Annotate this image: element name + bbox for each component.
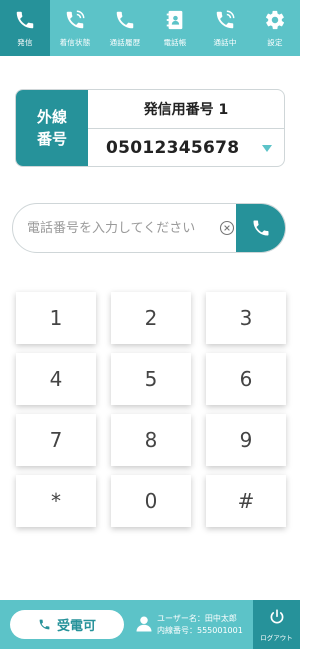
keypad-key-5[interactable]: 5 <box>111 353 191 405</box>
phone-icon <box>16 11 34 29</box>
keypad-key-hash[interactable]: # <box>206 475 286 527</box>
keypad-key-0[interactable]: 0 <box>111 475 191 527</box>
top-nav: 発信 着信状態 通話履歴 電話帳 通話中 設定 <box>0 0 300 56</box>
outgoing-number-value: 05012345678 <box>106 137 240 158</box>
user-name-text: ユーザー名：田中太郎 <box>157 614 237 623</box>
nav-item-incoming-status[interactable]: 着信状態 <box>50 0 100 56</box>
phone-icon <box>253 220 269 236</box>
gear-icon <box>265 10 285 30</box>
keypad-key-7[interactable]: 7 <box>16 414 96 466</box>
receive-status-button[interactable]: 受電可 <box>10 610 124 639</box>
nav-item-settings[interactable]: 設定 <box>250 0 300 56</box>
outgoing-line-label-line2: 番号 <box>36 130 67 148</box>
receive-status-label: 受電可 <box>56 619 96 634</box>
chevron-down-icon <box>262 145 272 152</box>
keypad-key-8[interactable]: 8 <box>111 414 191 466</box>
nav-item-dial[interactable]: 発信 <box>0 0 50 56</box>
phonebook-icon <box>166 10 183 30</box>
outgoing-line-name: 発信用番号 1 <box>88 90 284 129</box>
logout-label: ログアウト <box>260 634 293 642</box>
clear-icon[interactable] <box>219 220 235 236</box>
call-button[interactable] <box>236 204 285 252</box>
user-info: ユーザー名：田中太郎 内線番号：555001001 <box>157 613 243 637</box>
extension-number-text: 内線番号：555001001 <box>157 626 243 635</box>
nav-label-phonebook: 電話帳 <box>163 38 187 47</box>
dial-input-group <box>12 203 286 253</box>
nav-item-phonebook[interactable]: 電話帳 <box>150 0 200 56</box>
logout-button[interactable]: ログアウト <box>253 600 300 649</box>
outgoing-line-label-line1: 外線 <box>36 108 67 126</box>
nav-label-in-call: 通話中 <box>213 38 237 47</box>
phone-ringing-icon <box>66 10 85 29</box>
keypad-key-1[interactable]: 1 <box>16 292 96 344</box>
power-icon <box>270 609 283 624</box>
outgoing-line-label: 外線 番号 <box>16 90 88 166</box>
in-call-icon <box>216 10 235 29</box>
phone-number-input[interactable] <box>27 204 215 252</box>
nav-label-dial: 発信 <box>17 38 33 47</box>
nav-item-in-call[interactable]: 通話中 <box>200 0 250 56</box>
nav-item-call-history[interactable]: 通話履歴 <box>100 0 150 56</box>
phone-icon <box>39 619 50 630</box>
keypad-key-2[interactable]: 2 <box>111 292 191 344</box>
call-history-icon <box>116 11 134 29</box>
keypad-key-4[interactable]: 4 <box>16 353 96 405</box>
outgoing-line-panel: 外線 番号 発信用番号 1 05012345678 <box>15 89 285 167</box>
bottom-bar: 受電可 ユーザー名：田中太郎 内線番号：555001001 ログアウト <box>0 600 300 649</box>
nav-label-incoming-status: 着信状態 <box>59 38 91 47</box>
user-icon <box>136 616 152 632</box>
keypad-key-9[interactable]: 9 <box>206 414 286 466</box>
keypad-key-6[interactable]: 6 <box>206 353 286 405</box>
keypad-key-star[interactable]: * <box>16 475 96 527</box>
nav-label-settings: 設定 <box>267 38 283 47</box>
nav-label-call-history: 通話履歴 <box>109 38 141 47</box>
outgoing-number-select[interactable]: 05012345678 <box>88 129 284 166</box>
keypad-key-3[interactable]: 3 <box>206 292 286 344</box>
